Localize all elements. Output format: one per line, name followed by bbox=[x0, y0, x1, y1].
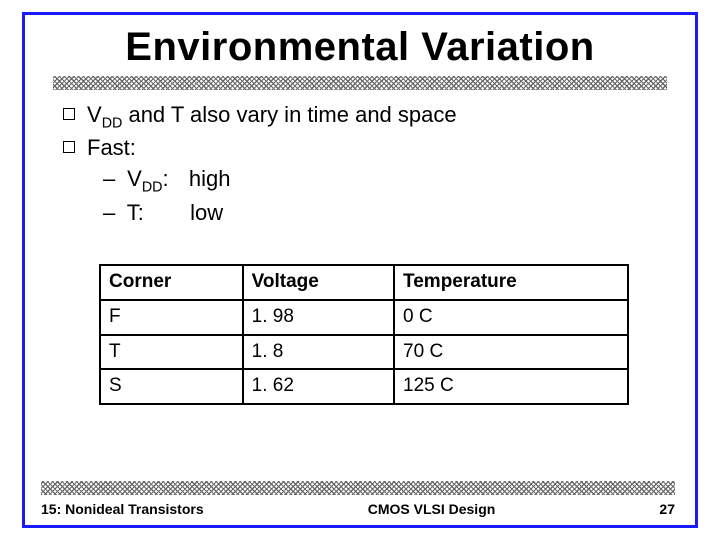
bullet-item-2: Fast: bbox=[59, 133, 661, 164]
table-row: F 1. 98 0 C bbox=[100, 300, 628, 335]
sub-key: VDD: bbox=[127, 166, 168, 191]
divider-bottom bbox=[41, 481, 675, 495]
sub-bullet-1: – VDD: high bbox=[59, 164, 661, 197]
footer-left: 15: Nonideal Transistors bbox=[41, 501, 204, 517]
slide-footer: 15: Nonideal Transistors CMOS VLSI Desig… bbox=[25, 481, 695, 517]
col-temperature: Temperature bbox=[394, 265, 628, 300]
text: : bbox=[162, 166, 168, 191]
bullet-text-2: Fast: bbox=[87, 133, 136, 164]
slide-body: VDD and T also vary in time and space Fa… bbox=[53, 90, 667, 405]
cell: 1. 98 bbox=[243, 300, 394, 335]
slide-frame: Environmental Variation VDD and T also v… bbox=[22, 12, 698, 528]
slide-title: Environmental Variation bbox=[53, 25, 667, 70]
cell: F bbox=[100, 300, 243, 335]
table-row: S 1. 62 125 C bbox=[100, 369, 628, 404]
square-bullet-icon bbox=[63, 108, 75, 120]
corner-table: Corner Voltage Temperature F 1. 98 0 C T… bbox=[99, 264, 629, 404]
text: and T also vary in time and space bbox=[122, 102, 456, 127]
cell: 0 C bbox=[394, 300, 628, 335]
cell: T bbox=[100, 335, 243, 370]
bullet-item-1: VDD and T also vary in time and space bbox=[59, 100, 661, 133]
cell: 1. 62 bbox=[243, 369, 394, 404]
dash-icon: – bbox=[103, 198, 121, 229]
bullet-text-1: VDD and T also vary in time and space bbox=[87, 100, 457, 133]
page-number: 27 bbox=[659, 501, 675, 517]
text: V bbox=[127, 166, 142, 191]
cell: 125 C bbox=[394, 369, 628, 404]
col-corner: Corner bbox=[100, 265, 243, 300]
dash-icon: – bbox=[103, 164, 121, 195]
table-header-row: Corner Voltage Temperature bbox=[100, 265, 628, 300]
table-row: T 1. 8 70 C bbox=[100, 335, 628, 370]
cell: 70 C bbox=[394, 335, 628, 370]
sub-val: high bbox=[189, 166, 231, 191]
square-bullet-icon bbox=[63, 141, 75, 153]
cell: 1. 8 bbox=[243, 335, 394, 370]
footer-center: CMOS VLSI Design bbox=[204, 501, 660, 517]
subscript: DD bbox=[142, 180, 163, 196]
divider-top bbox=[53, 76, 667, 90]
text: V bbox=[87, 102, 102, 127]
cell: S bbox=[100, 369, 243, 404]
sub-bullet-2: – T: low bbox=[59, 198, 661, 229]
col-voltage: Voltage bbox=[243, 265, 394, 300]
subscript: DD bbox=[102, 115, 123, 131]
sub-key: T: bbox=[127, 200, 144, 225]
sub-val: low bbox=[190, 200, 223, 225]
